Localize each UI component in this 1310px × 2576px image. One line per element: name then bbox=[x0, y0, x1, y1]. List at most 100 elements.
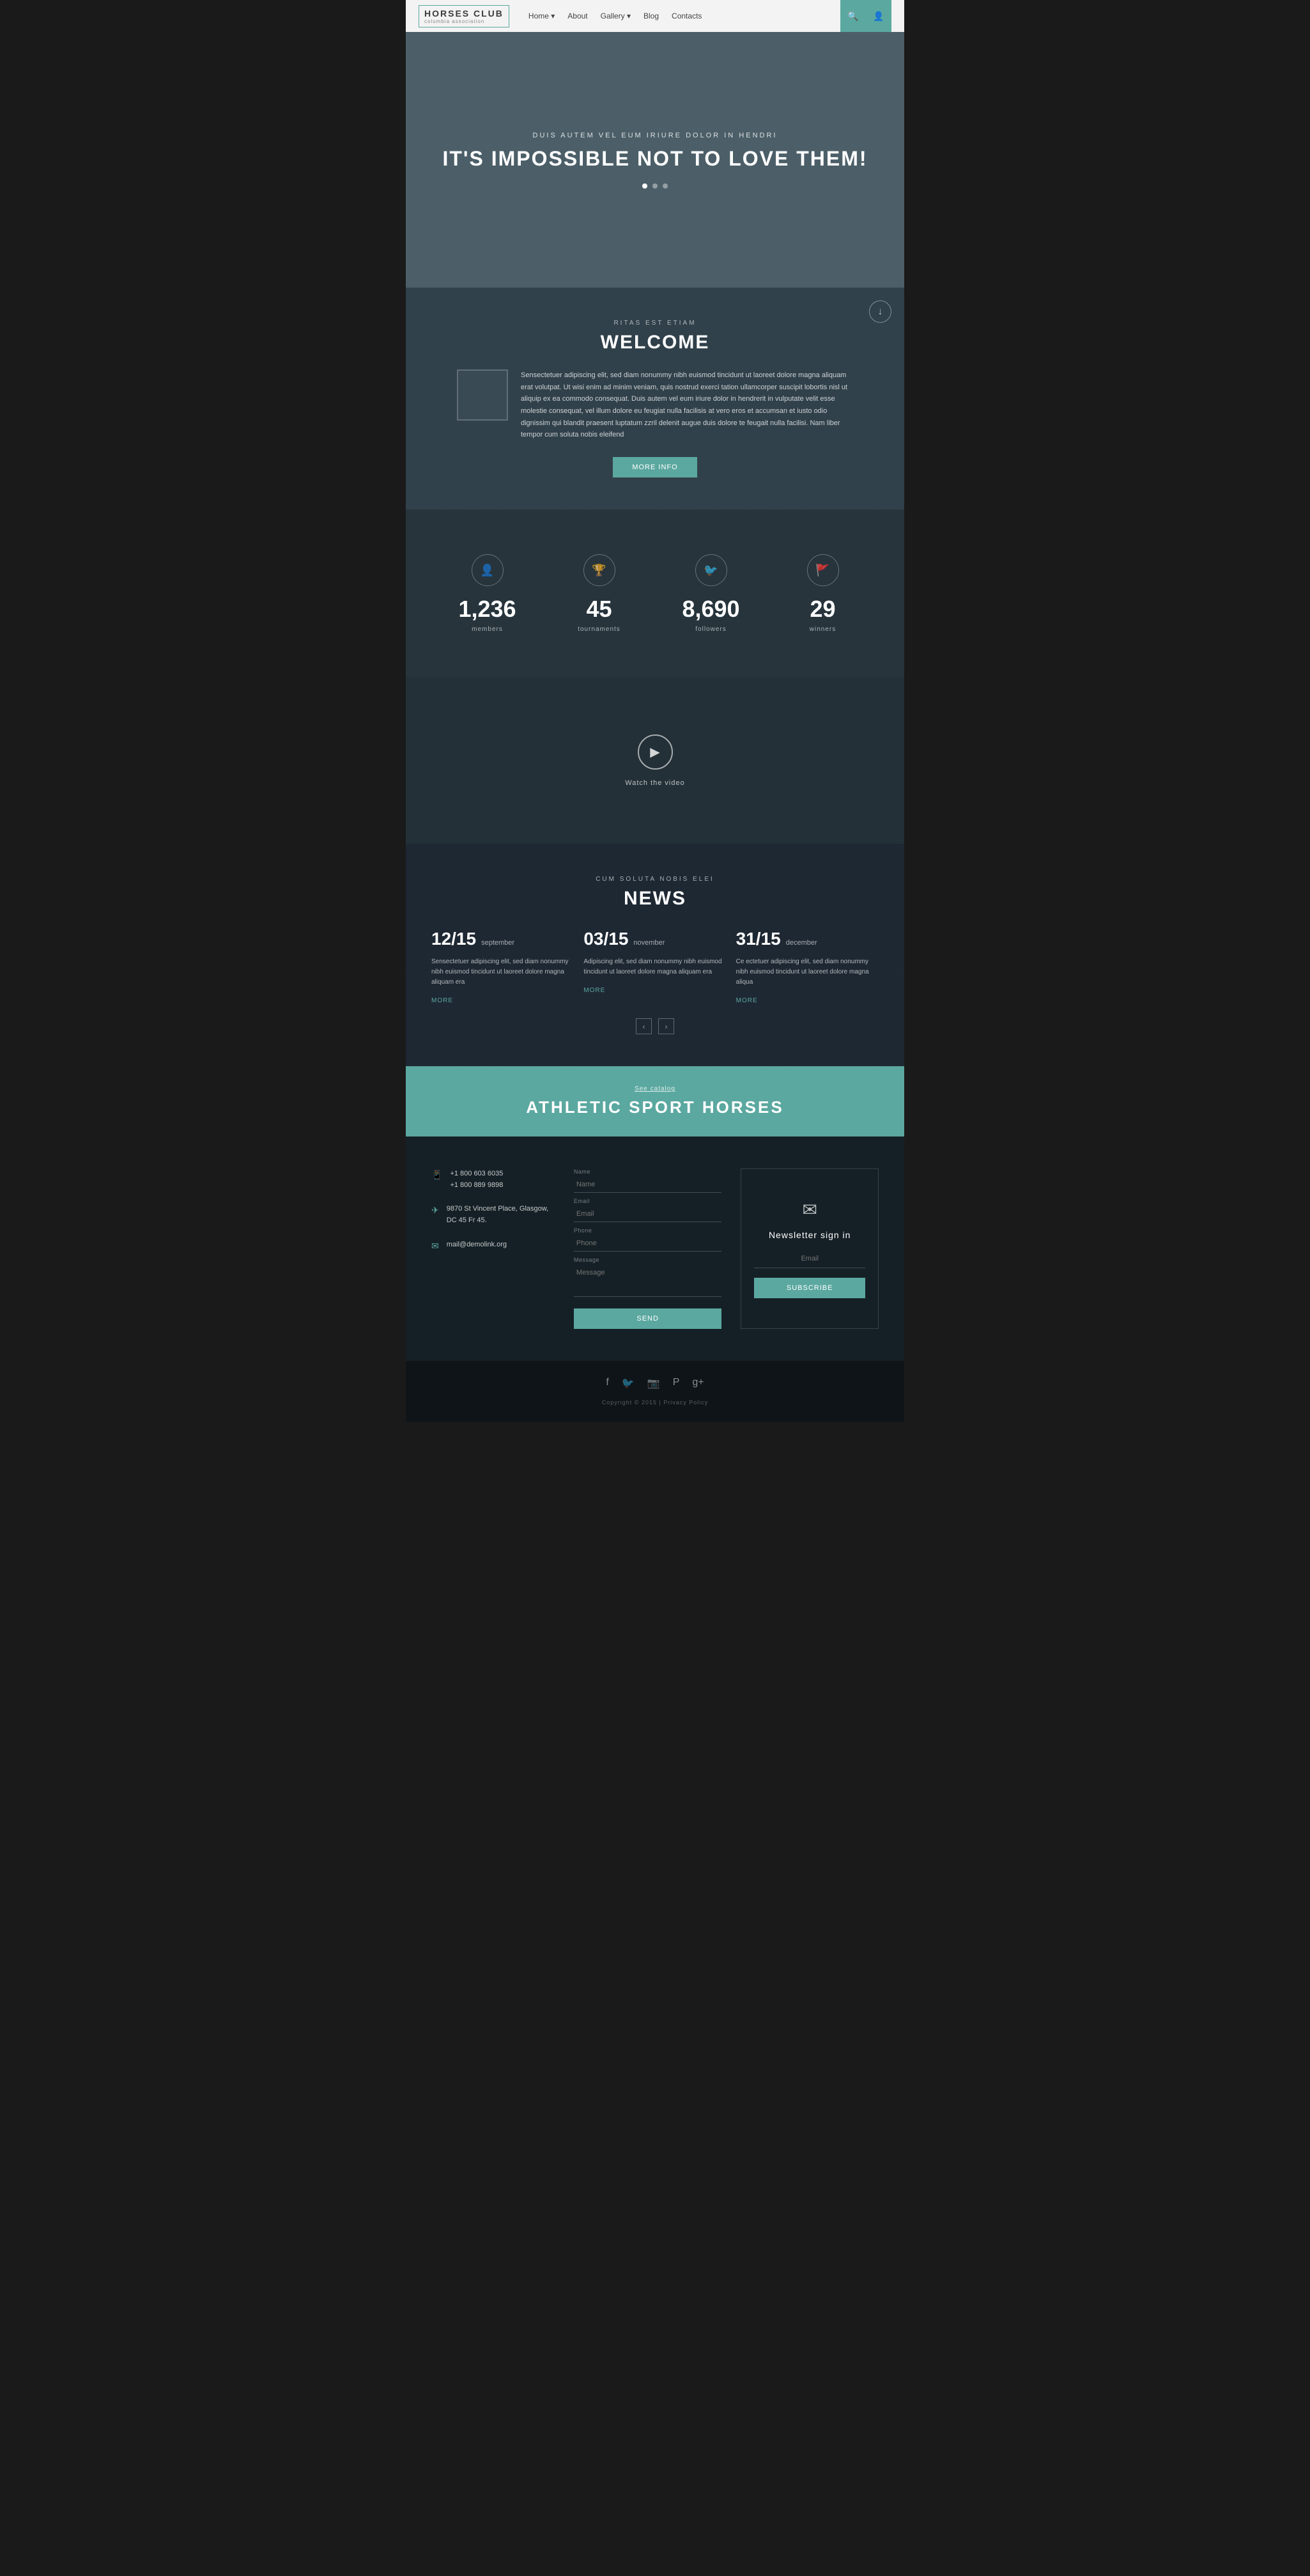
footer: f 🐦 📷 P g+ Copyright © 2015 | Privacy Po… bbox=[406, 1361, 904, 1422]
logo[interactable]: HORSES CLUB columbia association bbox=[419, 5, 509, 27]
welcome-text: Sensectetuer adipiscing elit, sed diam n… bbox=[521, 369, 853, 441]
news-text-0: Sensectetuer adipiscing elit, sed diam n… bbox=[431, 957, 574, 988]
more-info-button[interactable]: More info bbox=[613, 457, 697, 477]
contact-address: 9870 St Vincent Place, Glasgow, DC 45 Fr… bbox=[447, 1204, 555, 1226]
user-button[interactable]: 👤 bbox=[866, 0, 891, 32]
contact-phone-row: 📱 +1 800 603 6035 +1 800 889 9898 bbox=[431, 1168, 555, 1191]
stat-members: 👤 1,236 members bbox=[431, 541, 543, 646]
news-title: NEWS bbox=[431, 888, 879, 910]
googleplus-icon[interactable]: g+ bbox=[692, 1377, 704, 1390]
main-nav: Home ▾ About Gallery ▾ Blog Contacts bbox=[528, 12, 840, 20]
form-message-group: Message bbox=[574, 1257, 721, 1300]
contact-email: mail@demolink.org bbox=[447, 1239, 507, 1251]
twitter-icon[interactable]: 🐦 bbox=[622, 1377, 635, 1390]
tournaments-icon: 🏆 bbox=[583, 554, 615, 586]
welcome-title: WELCOME bbox=[457, 332, 853, 353]
nav-home[interactable]: Home ▾ bbox=[528, 12, 555, 20]
hero-dot-1[interactable] bbox=[642, 183, 647, 189]
news-month-2: december bbox=[786, 939, 817, 947]
hero-title: IT'S IMPOSSIBLE NOT TO LOVE THEM! bbox=[442, 147, 867, 171]
logo-subtitle: columbia association bbox=[424, 19, 504, 24]
header: HORSES CLUB columbia association Home ▾ … bbox=[406, 0, 904, 32]
form-message-label: Message bbox=[574, 1257, 721, 1263]
followers-label: followers bbox=[668, 626, 754, 633]
form-email-input[interactable] bbox=[574, 1206, 721, 1222]
hero-content: DUIS AUTEM VEL EUM IRIURE DOLOR IN HENDR… bbox=[442, 132, 867, 189]
form-message-input[interactable] bbox=[574, 1265, 721, 1297]
followers-count: 8,690 bbox=[668, 596, 754, 623]
subscribe-button[interactable]: subscribe bbox=[754, 1278, 865, 1298]
news-card-2: 31/15 december Ce ectetuer adipiscing el… bbox=[736, 929, 879, 1005]
nav-gallery[interactable]: Gallery ▾ bbox=[601, 12, 631, 20]
news-section: CUM SOLUTA NOBIS ELEI NEWS 12/15 septemb… bbox=[406, 844, 904, 1066]
pinterest-icon[interactable]: P bbox=[673, 1377, 680, 1390]
scroll-down-button[interactable]: ↓ bbox=[869, 300, 891, 323]
welcome-label: RITAS EST ETIAM bbox=[457, 320, 853, 327]
watch-label: Watch the video bbox=[625, 779, 684, 787]
news-date-2: 31/15 bbox=[736, 929, 781, 949]
contact-address-row: ✈ 9870 St Vincent Place, Glasgow, DC 45 … bbox=[431, 1204, 555, 1226]
catalog-link[interactable]: See catalog bbox=[425, 1085, 885, 1092]
newsletter-title: Newsletter sign in bbox=[769, 1230, 851, 1240]
form-phone-input[interactable] bbox=[574, 1236, 721, 1252]
news-more-1[interactable]: MORE bbox=[583, 987, 605, 994]
welcome-image bbox=[457, 369, 508, 421]
form-name-input[interactable] bbox=[574, 1177, 721, 1193]
news-date-row-1: 03/15 november bbox=[583, 929, 726, 949]
location-icon: ✈ bbox=[431, 1205, 439, 1216]
tournaments-count: 45 bbox=[556, 596, 642, 623]
nav-blog[interactable]: Blog bbox=[643, 12, 659, 20]
news-date-1: 03/15 bbox=[583, 929, 628, 949]
contact-section: 📱 +1 800 603 6035 +1 800 889 9898 ✈ 9870… bbox=[406, 1137, 904, 1361]
phone-icon: 📱 bbox=[431, 1170, 442, 1181]
news-date-0: 12/15 bbox=[431, 929, 476, 949]
news-more-2[interactable]: MORE bbox=[736, 997, 758, 1004]
contact-form: Name Email Phone Message send bbox=[574, 1168, 721, 1329]
members-label: members bbox=[444, 626, 530, 633]
play-button[interactable]: ▶ bbox=[638, 734, 673, 770]
form-phone-label: Phone bbox=[574, 1227, 721, 1234]
footer-copyright: Copyright © 2015 | Privacy Policy bbox=[431, 1399, 879, 1406]
form-email-group: Email bbox=[574, 1198, 721, 1222]
email-icon: ✉ bbox=[431, 1241, 439, 1252]
social-icons: f 🐦 📷 P g+ bbox=[431, 1377, 879, 1390]
newsletter-email-icon: ✉ bbox=[802, 1199, 817, 1220]
news-next-button[interactable]: › bbox=[658, 1018, 674, 1034]
send-button[interactable]: send bbox=[574, 1308, 721, 1329]
instagram-icon[interactable]: 📷 bbox=[647, 1377, 660, 1390]
contact-phone: +1 800 603 6035 +1 800 889 9898 bbox=[450, 1168, 503, 1191]
members-icon: 👤 bbox=[472, 554, 504, 586]
hero-section: DUIS AUTEM VEL EUM IRIURE DOLOR IN HENDR… bbox=[406, 32, 904, 288]
tournaments-label: tournaments bbox=[556, 626, 642, 633]
news-navigation: ‹ › bbox=[431, 1018, 879, 1034]
nav-contacts[interactable]: Contacts bbox=[672, 12, 702, 20]
contact-email-row: ✉ mail@demolink.org bbox=[431, 1239, 555, 1252]
news-card-1: 03/15 november Adipiscing elit, sed diam… bbox=[583, 929, 726, 1005]
hero-dots bbox=[442, 183, 867, 189]
stat-winners: 🚩 29 winners bbox=[767, 541, 879, 646]
hero-subtitle: DUIS AUTEM VEL EUM IRIURE DOLOR IN HENDR… bbox=[442, 132, 867, 139]
search-button[interactable]: 🔍 bbox=[840, 0, 866, 32]
logo-title: HORSES CLUB bbox=[424, 8, 504, 19]
newsletter-email-input[interactable] bbox=[754, 1250, 865, 1268]
news-grid: 12/15 september Sensectetuer adipiscing … bbox=[431, 929, 879, 1005]
form-name-group: Name bbox=[574, 1168, 721, 1193]
news-more-0[interactable]: MORE bbox=[431, 997, 453, 1004]
stats-section: 👤 1,236 members 🏆 45 tournaments 🐦 8,690… bbox=[406, 509, 904, 678]
news-prev-button[interactable]: ‹ bbox=[636, 1018, 652, 1034]
catalog-title: ATHLETIC SPORT HORSES bbox=[425, 1098, 885, 1117]
nav-about[interactable]: About bbox=[567, 12, 587, 20]
contact-info: 📱 +1 800 603 6035 +1 800 889 9898 ✈ 9870… bbox=[431, 1168, 555, 1329]
members-count: 1,236 bbox=[444, 596, 530, 623]
form-name-label: Name bbox=[574, 1168, 721, 1175]
facebook-icon[interactable]: f bbox=[606, 1377, 608, 1390]
news-card-0: 12/15 september Sensectetuer adipiscing … bbox=[431, 929, 574, 1005]
hero-dot-3[interactable] bbox=[663, 183, 668, 189]
form-phone-group: Phone bbox=[574, 1227, 721, 1252]
winners-icon: 🚩 bbox=[807, 554, 839, 586]
news-text-2: Ce ectetuer adipiscing elit, sed diam no… bbox=[736, 957, 879, 988]
stat-tournaments: 🏆 45 tournaments bbox=[543, 541, 655, 646]
news-date-row-2: 31/15 december bbox=[736, 929, 879, 949]
hero-dot-2[interactable] bbox=[652, 183, 658, 189]
news-label: CUM SOLUTA NOBIS ELEI bbox=[431, 876, 879, 883]
